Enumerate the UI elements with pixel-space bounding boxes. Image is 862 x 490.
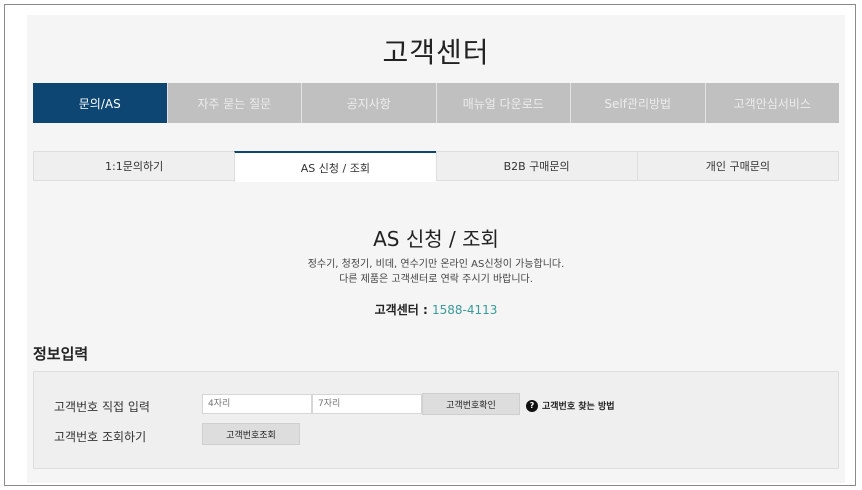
nav-item-inquiry-as[interactable]: 문의/AS: [33, 83, 167, 123]
section-description: 정수기, 청정기, 비데, 연수기만 온라인 AS신청이 가능합니다. 다른 제…: [27, 257, 845, 287]
customer-number-form: 고객번호 직접 입력 고객번호확인 ? 고객번호 찾는 방법 고객번호 조회하기…: [33, 371, 839, 469]
find-customer-number-link[interactable]: ? 고객번호 찾는 방법: [526, 399, 615, 412]
question-icon: ?: [526, 399, 538, 412]
tab-as-request[interactable]: AS 신청 / 조회: [234, 151, 436, 182]
main-nav: 문의/AS 자주 묻는 질문 공지사항 매뉴얼 다운로드 Self관리방법 고객…: [33, 83, 839, 123]
page-content: 고객센터 문의/AS 자주 묻는 질문 공지사항 매뉴얼 다운로드 Self관리…: [27, 15, 845, 483]
lookup-label: 고객번호 조회하기: [54, 430, 147, 444]
info-heading: 정보입력: [33, 345, 89, 363]
tab-personal-purchase[interactable]: 개인 구매문의: [636, 152, 838, 180]
customer-center-phone: 고객센터 : 1588-4113: [27, 301, 845, 318]
tab-one-to-one[interactable]: 1:1문의하기: [34, 152, 234, 180]
window-frame: 고객센터 문의/AS 자주 묻는 질문 공지사항 매뉴얼 다운로드 Self관리…: [4, 4, 856, 486]
nav-item-manual-download[interactable]: 매뉴얼 다운로드: [435, 83, 571, 123]
customer-number-4digit-input[interactable]: [202, 394, 312, 414]
page-title: 고객센터: [382, 36, 490, 69]
nav-item-customer-safety[interactable]: 고객안심서비스: [704, 83, 840, 123]
confirm-customer-number-button[interactable]: 고객번호확인: [422, 393, 520, 415]
direct-input-label: 고객번호 직접 입력: [54, 400, 150, 414]
sub-tabs: 1:1문의하기 AS 신청 / 조회 B2B 구매문의 개인 구매문의: [33, 151, 839, 182]
section-title: AS 신청 / 조회: [373, 227, 499, 251]
phone-number: 1588-4113: [431, 303, 498, 317]
find-customer-number-label: 고객번호 찾는 방법: [542, 402, 615, 412]
description-line-1: 정수기, 청정기, 비데, 연수기만 온라인 AS신청이 가능합니다.: [307, 259, 565, 270]
tab-b2b-purchase[interactable]: B2B 구매문의: [435, 152, 637, 180]
customer-number-7digit-input[interactable]: [312, 394, 422, 414]
nav-item-self-care[interactable]: Self관리방법: [570, 83, 705, 123]
phone-label: 고객센터 :: [374, 303, 428, 317]
description-line-2: 다른 제품은 고객센터로 연락 주시기 바랍니다.: [339, 274, 533, 285]
lookup-customer-number-button[interactable]: 고객번호조회: [202, 423, 300, 445]
nav-item-notice[interactable]: 공지사항: [301, 83, 436, 123]
nav-item-faq[interactable]: 자주 묻는 질문: [166, 83, 302, 123]
